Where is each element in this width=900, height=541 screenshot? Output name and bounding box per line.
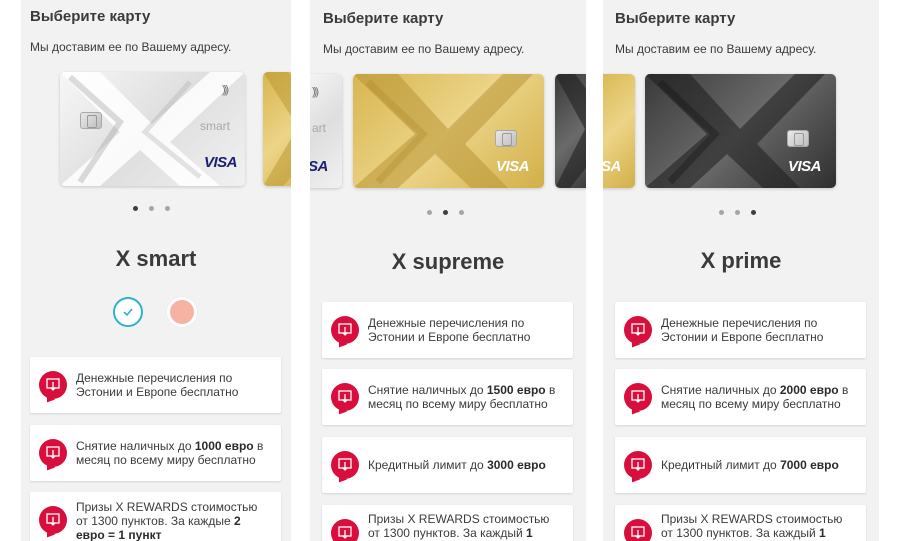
feature-text: Призы X REWARDS стоимостью от 1300 пункт… <box>368 512 550 540</box>
feature-item: Денежные перечисления по Эстонии и Европ… <box>615 302 866 358</box>
page-subtitle: Мы доставим ее по Вашему адресу. <box>615 42 817 56</box>
transfer-icon <box>39 371 67 399</box>
screen-x-prime: Выберите карту Мы доставим ее по Вашему … <box>603 0 879 541</box>
carousel-dot[interactable] <box>427 210 432 215</box>
card-x-supreme[interactable]: VISA <box>353 74 544 188</box>
feature-text: Денежные перечисления по Эстонии и Европ… <box>76 371 239 399</box>
feature-item: Денежные перечисления по Эстонии и Европ… <box>30 357 281 413</box>
feature-item: Снятие наличных до 1000 евро в месяц по … <box>30 425 281 481</box>
page-title: Выберите карту <box>323 10 444 27</box>
feature-item: Снятие наличных до 2000 евро в месяц по … <box>615 369 866 425</box>
transfer-icon <box>39 439 67 467</box>
unselected-option[interactable] <box>167 297 197 327</box>
card-name: X supreme <box>391 249 505 274</box>
carousel-dot[interactable] <box>133 206 138 211</box>
chip-icon <box>787 130 809 147</box>
check-icon <box>123 308 133 317</box>
x-logo-icon <box>263 72 291 186</box>
carousel-dots[interactable] <box>719 210 756 215</box>
feature-text: Снятие наличных до 1500 евро в месяц по … <box>368 383 556 411</box>
selected-option[interactable] <box>113 297 143 327</box>
visa-logo: VISA <box>496 158 530 175</box>
card-peek-right[interactable] <box>555 74 586 188</box>
screen-x-supreme: Выберите карту Мы доставим ее по Вашему … <box>310 0 586 541</box>
carousel-dots[interactable] <box>427 210 464 215</box>
transfer-icon <box>39 506 67 534</box>
carousel-dot[interactable] <box>459 210 464 215</box>
feature-text: Снятие наличных до 1000 евро в месяц по … <box>76 439 264 467</box>
feature-item: Кредитный лимит до 7000 евро <box>615 437 866 493</box>
transfer-icon <box>624 383 652 411</box>
feature-text: Призы X REWARDS стоимостью от 1300 пункт… <box>76 500 258 541</box>
visa-logo: SA <box>310 158 328 175</box>
feature-item: Призы X REWARDS стоимостью от 1300 пункт… <box>615 505 866 541</box>
transfer-icon <box>331 519 359 541</box>
feature-text: Денежные перечисления по Эстонии и Европ… <box>661 316 824 344</box>
transfer-icon <box>624 451 652 479</box>
card-type-label: art <box>312 121 327 135</box>
page-title: Выберите карту <box>615 10 736 27</box>
feature-text: Денежные перечисления по Эстонии и Европ… <box>368 316 531 344</box>
card-name: X prime <box>700 248 782 273</box>
card-x-smart[interactable]: ))) smart VISA <box>60 72 245 186</box>
transfer-icon <box>331 383 359 411</box>
card-peek-left[interactable]: SA <box>603 74 635 188</box>
transfer-icon <box>331 316 359 344</box>
transfer-icon <box>331 451 359 479</box>
x-logo-icon <box>555 74 586 188</box>
feature-item: Кредитный лимит до 3000 евро <box>322 437 573 493</box>
visa-logo: VISA <box>788 158 822 175</box>
chip-icon <box>80 112 102 129</box>
carousel-dots[interactable] <box>133 206 170 211</box>
screen-x-smart: Выберите карту Мы доставим ее по Вашему … <box>21 0 291 541</box>
feature-text: Кредитный лимит до 7000 евро <box>661 458 839 472</box>
card-peek-left[interactable]: ))) art SA <box>310 74 342 188</box>
feature-item: Денежные перечисления по Эстонии и Европ… <box>322 302 573 358</box>
carousel-dot[interactable] <box>443 210 448 215</box>
contactless-icon: ))) <box>222 84 229 96</box>
page-title: Выберите карту <box>30 8 151 25</box>
carousel-dot[interactable] <box>751 210 756 215</box>
card-x-prime[interactable]: VISA <box>645 74 836 188</box>
visa-logo: SA <box>603 158 621 175</box>
feature-text: Кредитный лимит до 3000 евро <box>368 458 546 472</box>
feature-text: Снятие наличных до 2000 евро в месяц по … <box>661 383 849 411</box>
card-peek-right[interactable] <box>263 72 291 186</box>
feature-text: Призы X REWARDS стоимостью от 1300 пункт… <box>661 512 843 540</box>
visa-logo: VISA <box>204 154 238 171</box>
transfer-icon <box>624 316 652 344</box>
carousel-dot[interactable] <box>165 206 170 211</box>
feature-item: Призы X REWARDS стоимостью от 1300 пункт… <box>322 505 573 541</box>
page-subtitle: Мы доставим ее по Вашему адресу. <box>30 40 232 54</box>
feature-item: Призы X REWARDS стоимостью от 1300 пункт… <box>30 492 281 541</box>
contactless-icon: ))) <box>312 86 319 98</box>
card-name: X smart <box>115 246 197 271</box>
carousel-dot[interactable] <box>719 210 724 215</box>
carousel-dot[interactable] <box>735 210 740 215</box>
chip-icon <box>495 130 517 147</box>
card-type-label: smart <box>200 119 230 133</box>
page-subtitle: Мы доставим ее по Вашему адресу. <box>323 42 525 56</box>
transfer-icon <box>624 519 652 541</box>
carousel-dot[interactable] <box>149 206 154 211</box>
feature-item: Снятие наличных до 1500 евро в месяц по … <box>322 369 573 425</box>
